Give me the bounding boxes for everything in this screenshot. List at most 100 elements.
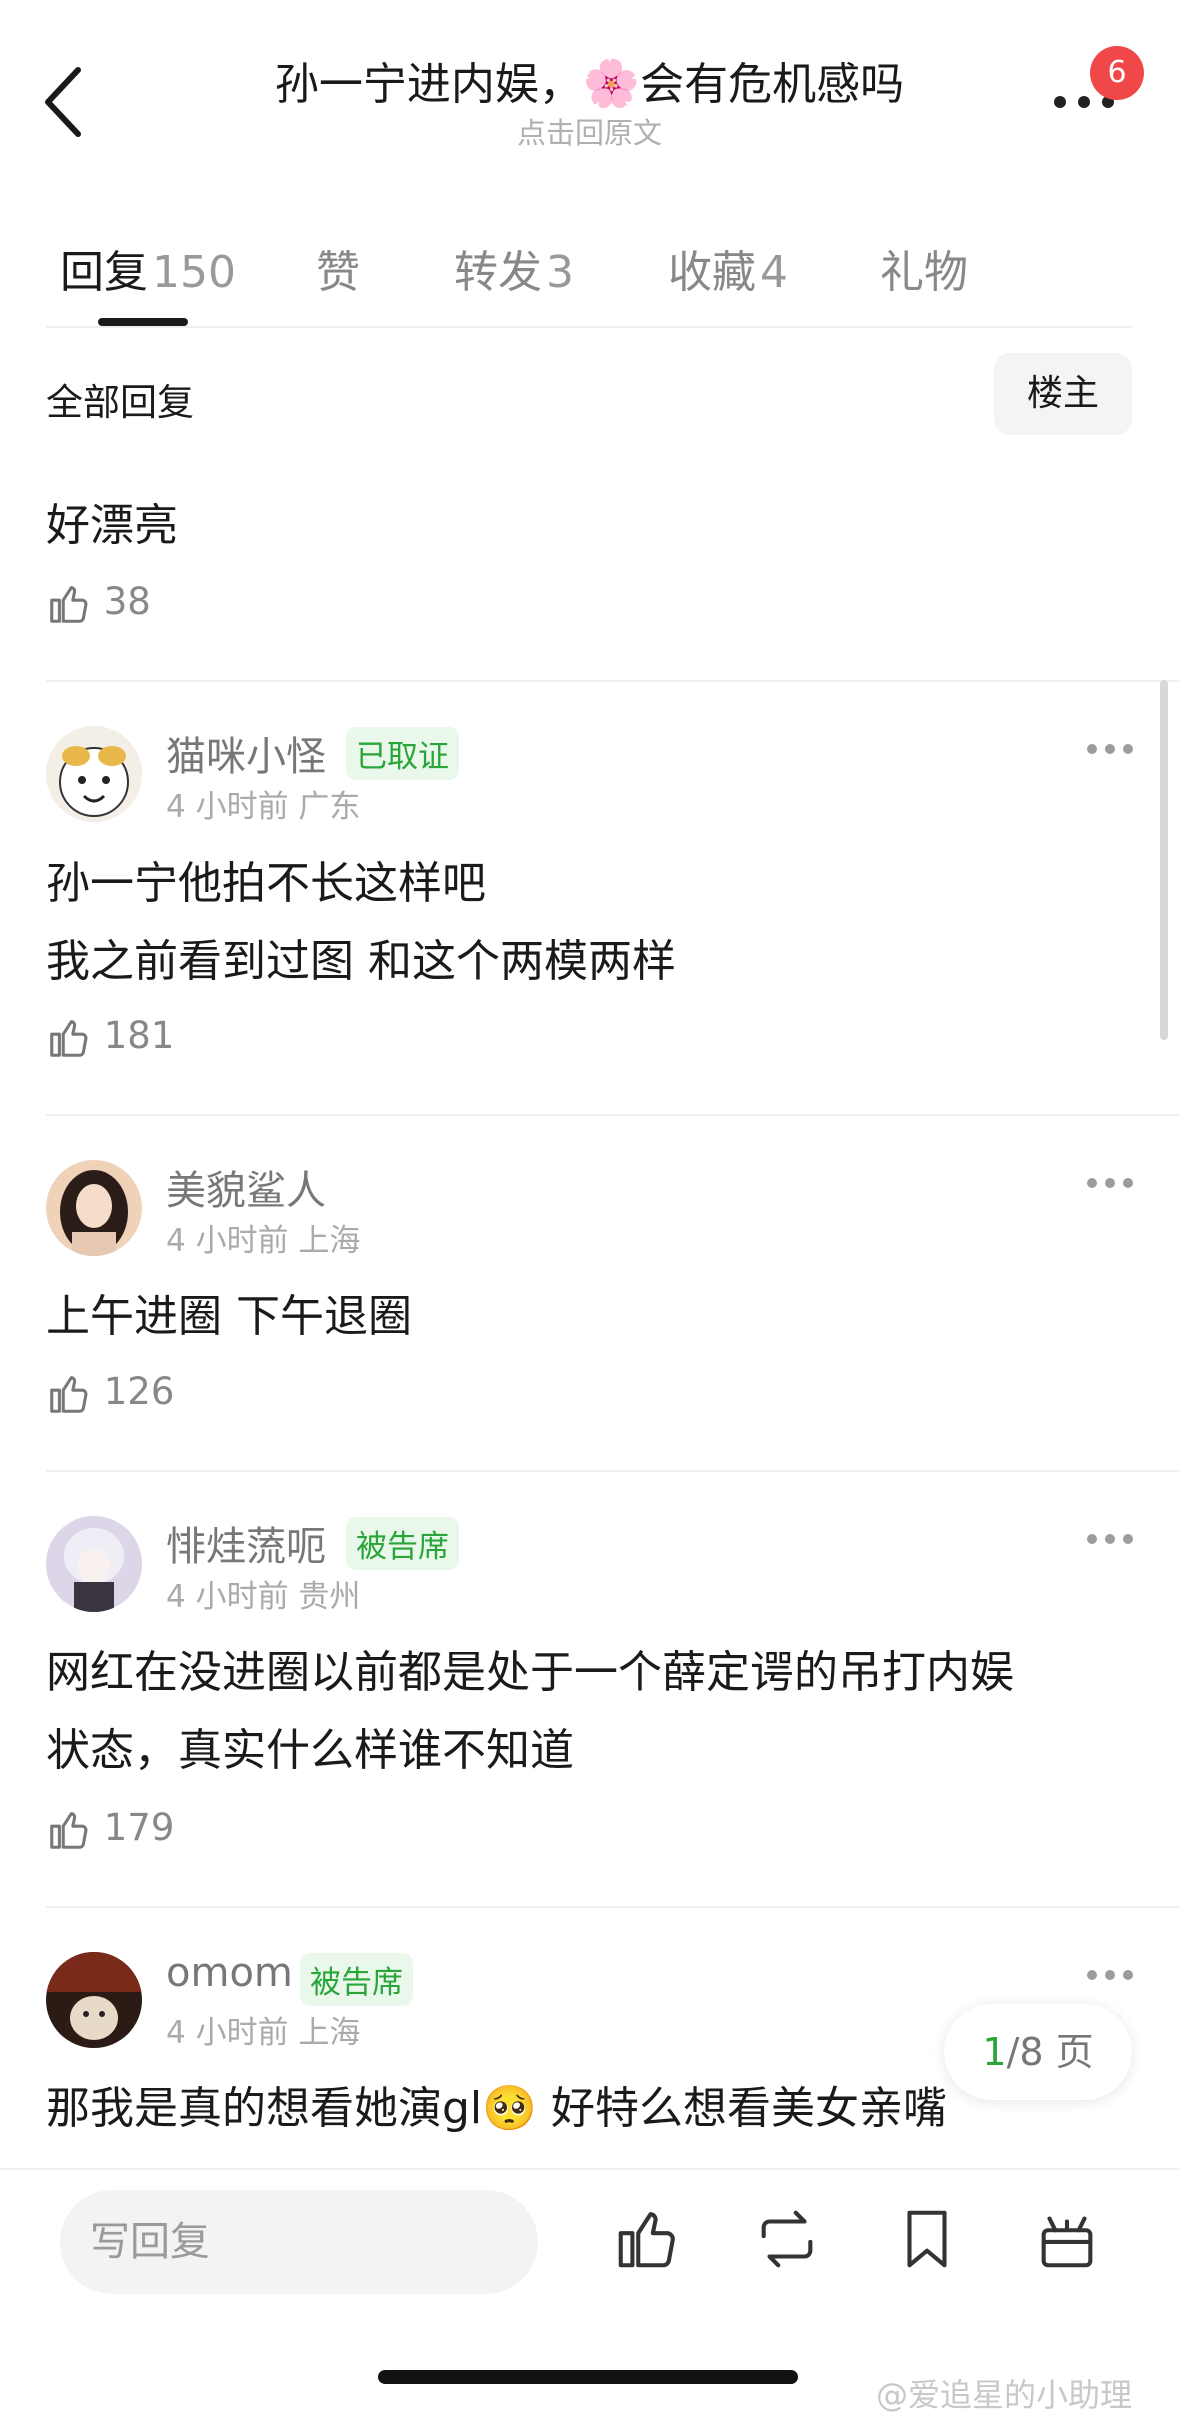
tab-replies[interactable]: 回复150 <box>60 236 236 300</box>
comment-meta: 4 小时前 贵州 <box>166 1579 361 1615</box>
divider <box>46 326 1132 328</box>
username[interactable]: 悱烓蓅呃 <box>166 1514 326 1572</box>
more-dot <box>1054 96 1066 108</box>
comment-more-button[interactable] <box>1087 1970 1133 1984</box>
tab-label: 赞 <box>316 247 360 298</box>
dot <box>1105 1534 1115 1544</box>
like-count: 179 <box>103 1806 175 1849</box>
comment-more-button[interactable] <box>1087 1178 1133 1192</box>
username[interactable]: omom <box>166 1950 293 1996</box>
home-indicator[interactable] <box>378 2370 798 2384</box>
active-tab-indicator <box>98 318 188 326</box>
like-button[interactable]: 179 <box>46 1806 174 1853</box>
avatar[interactable] <box>46 1160 142 1256</box>
user-badge[interactable]: 已取证 <box>346 727 459 780</box>
tab-label: 收藏 <box>668 247 756 298</box>
like-button[interactable]: 181 <box>46 1014 174 1061</box>
flower-emoji: 🌸 <box>582 56 641 110</box>
divider <box>46 1114 1179 1116</box>
comment-meta: 4 小时前 上海 <box>166 2015 361 2051</box>
tab-favorites[interactable]: 收藏4 <box>668 236 788 300</box>
like-button[interactable]: 126 <box>46 1370 174 1417</box>
tab-reposts[interactable]: 转发3 <box>454 236 574 300</box>
pleading-face-emoji: 🥺 <box>482 2083 537 2134</box>
dot <box>1123 744 1133 754</box>
dot <box>1123 1178 1133 1188</box>
thumbs-up-icon <box>50 1375 88 1413</box>
notification-badge: 6 <box>1090 46 1144 100</box>
dot <box>1123 1534 1133 1544</box>
comment-text-part: 那我是真的想看她演gl <box>46 2083 483 2134</box>
comment-meta: 4 小时前 广东 <box>166 789 361 825</box>
repost-button[interactable] <box>752 2204 822 2274</box>
comment-text: 好漂亮 <box>46 500 178 551</box>
reply-input[interactable]: 写回复 <box>60 2190 538 2294</box>
dot <box>1087 1178 1097 1188</box>
gift-button[interactable] <box>1032 2204 1102 2274</box>
thumbs-up-icon <box>618 2212 675 2268</box>
comment-more-button[interactable] <box>1087 744 1133 758</box>
watermark: @爱追星的小助理 <box>876 2376 1133 2414</box>
dot <box>1087 1534 1097 1544</box>
scrollbar[interactable] <box>1160 680 1168 1040</box>
total-pages: /8 页 <box>1006 2030 1094 2074</box>
thumbs-up-icon <box>50 1019 88 1057</box>
comment-more-button[interactable] <box>1087 1534 1133 1548</box>
tab-label: 回复 <box>60 247 148 298</box>
user-badge[interactable]: 被告席 <box>300 1953 413 2006</box>
comment-text-line: 网红在没进圈以前都是处于一个薛定谔的吊打内娱 <box>46 1647 1014 1698</box>
like-count: 181 <box>103 1014 175 1057</box>
avatar[interactable] <box>46 1516 142 1612</box>
tab-count: 150 <box>152 247 236 298</box>
tab-gifts[interactable]: 礼物 <box>880 236 968 300</box>
avatar[interactable] <box>46 1952 142 2048</box>
username[interactable]: 猫咪小怪 <box>166 724 326 782</box>
thumbs-up-icon <box>50 585 88 623</box>
tab-label: 转发 <box>454 247 542 298</box>
avatar-anime <box>46 1516 142 1612</box>
dot <box>1087 744 1097 754</box>
thumbs-up-icon <box>50 1811 88 1849</box>
title-suffix: 会有危机感吗 <box>640 59 905 110</box>
comment-text-line: 孙一宁他拍不长这样吧 <box>46 858 486 909</box>
comment-text-line: 状态，真实什么样谁不知道 <box>46 1725 574 1776</box>
current-page: 1 <box>982 2030 1007 2074</box>
username[interactable]: 美貌鲨人 <box>166 1158 326 1216</box>
favorite-button[interactable] <box>892 2204 962 2274</box>
avatar[interactable] <box>46 726 142 822</box>
more-dot <box>1078 96 1090 108</box>
dot <box>1105 744 1115 754</box>
comment-meta: 4 小时前 上海 <box>166 1223 361 1259</box>
op-only-button[interactable]: 楼主 <box>994 353 1132 435</box>
post-title[interactable]: 孙一宁进内娱，🌸会有危机感吗 <box>0 48 1179 112</box>
divider <box>46 1470 1179 1472</box>
like-post-button[interactable] <box>612 2204 682 2274</box>
page-indicator[interactable]: 1/8 页 <box>944 2004 1132 2100</box>
comment-text-line: 我之前看到过图 和这个两模两样 <box>46 936 676 987</box>
tab-label: 礼物 <box>880 247 968 298</box>
comment-text-line: 上午进圈 下午退圈 <box>46 1291 412 1342</box>
tab-count: 3 <box>546 247 574 298</box>
like-count: 38 <box>103 580 151 623</box>
divider <box>46 680 1179 682</box>
dot <box>1087 1970 1097 1980</box>
like-button[interactable]: 38 <box>46 580 151 627</box>
repost-icon <box>761 2210 813 2268</box>
back-to-original-link[interactable]: 点击回原文 <box>0 110 1179 152</box>
like-count: 126 <box>103 1370 175 1413</box>
dot <box>1123 1970 1133 1980</box>
title-prefix: 孙一宁进内娱， <box>274 59 583 110</box>
dot <box>1105 1970 1115 1980</box>
dot <box>1105 1178 1115 1188</box>
tab-count: 4 <box>760 247 788 298</box>
user-badge[interactable]: 被告席 <box>346 1517 459 1570</box>
all-replies-filter[interactable]: 全部回复 <box>46 372 194 426</box>
divider <box>46 1906 1179 1908</box>
comment-text-part: 好特么想看美女亲嘴 <box>536 2083 947 2134</box>
avatar-cat-cartoon <box>46 726 142 822</box>
avatar-portrait <box>46 1160 142 1256</box>
bookmark-icon <box>907 2210 947 2268</box>
avatar-photo <box>46 1952 142 2048</box>
gift-icon <box>1041 2216 1093 2268</box>
tab-likes[interactable]: 赞 <box>316 236 360 300</box>
